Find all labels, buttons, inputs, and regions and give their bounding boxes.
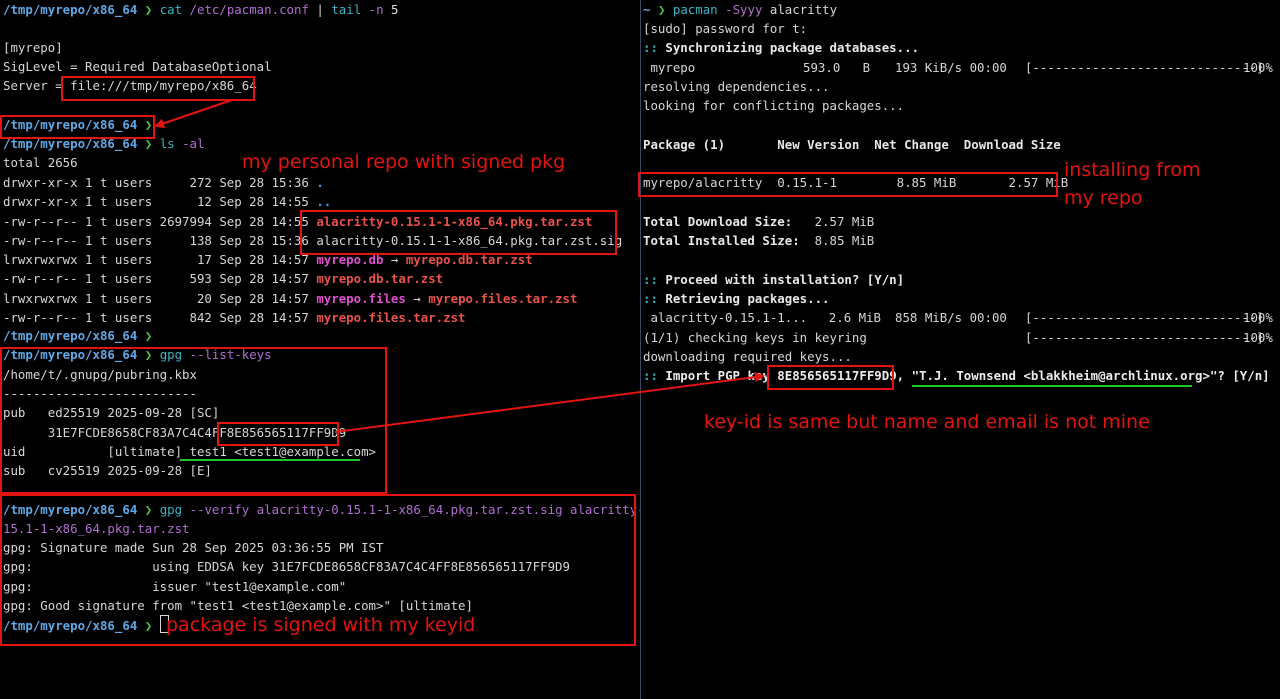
prompt-cat-line: /tmp/myrepo/x86_64 ❯ cat /etc/pacman.con… [3, 2, 399, 17]
gpg-output-line: gpg: Signature made Sun 28 Sep 2025 03:3… [3, 540, 384, 555]
sudo-line: [sudo] password for t: [643, 21, 808, 36]
left-terminal-pane[interactable]: /tmp/myrepo/x86_64 ❯ cat /etc/pacman.con… [0, 0, 640, 699]
ls-row: lrwxrwxrwx 1 t users 17 Sep 28 14:57 myr… [3, 252, 533, 267]
pkg-progress-line: alacritty-0.15.1-1... 2.6 MiB 858 MiB/s 00… [643, 310, 1273, 325]
conf-line: SigLevel = Required DatabaseOptional [3, 59, 272, 74]
keyring-separator: -------------------------- [3, 386, 197, 401]
ls-filename: myrepo.files [316, 290, 406, 306]
ls-filename: myrepo.files.tar.zst [316, 309, 466, 325]
ls-row: lrwxrwxrwx 1 t users 20 Sep 28 14:57 myr… [3, 290, 578, 306]
annotation-signed: package is signed with my keyid [166, 614, 476, 636]
right-terminal-pane[interactable]: ~ ❯ pacman -Syyy alacritty [sudo] passwo… [642, 0, 1280, 699]
annotation-keyid: key-id is same but name and email is not… [704, 411, 1150, 433]
import-key-line[interactable]: :: Import PGP key 8E856565117FF9D9, "T.J… [643, 366, 1280, 385]
ls-row: -rw-r--r-- 1 t users 2697994 Sep 28 14:5… [3, 213, 593, 229]
ls-link-target: myrepo.files.tar.zst [428, 290, 578, 306]
retrieving-line: :: Retrieving packages... [643, 291, 830, 306]
ls-filename: myrepo.db.tar.zst [316, 271, 444, 287]
pacman-output-line: resolving dependencies... [643, 79, 830, 94]
gpg-sub-line: sub cv25519 2025-09-28 [E] [3, 463, 212, 478]
total-installed-line: Total Installed Size: 8.85 MiB [643, 233, 875, 248]
gpg-output-line: gpg: issuer "test1@example.com" [3, 579, 347, 594]
conf-server-line: Server = file:///tmp/myrepo/x86_64 [3, 78, 257, 93]
prompt-empty-line: /tmp/myrepo/x86_64 ❯ [3, 117, 153, 132]
keys-progress-line: (1/1) checking keys in keyring [---------… [643, 330, 1273, 345]
sync-line: :: Synchronizing package databases... [643, 40, 920, 55]
prompt-gpg-list-line: /tmp/myrepo/x86_64 ❯ gpg --list-keys [3, 347, 272, 362]
ls-row: -rw-r--r-- 1 t users 593 Sep 28 14:57 my… [3, 271, 444, 287]
gpg-output-line: gpg: using EDDSA key 31E7FCDE8658CF83A7C… [3, 559, 570, 574]
conf-line: [myrepo] [3, 40, 63, 55]
keyring-path-line: /home/t/.gnupg/pubring.kbx [3, 367, 197, 382]
pane-divider[interactable] [640, 0, 641, 699]
package-table-header: Package (1) New Version Net Change Downl… [643, 137, 1061, 152]
ls-filename: alacritty-0.15.1-1-x86_64.pkg.tar.zst [316, 213, 593, 229]
uid-underline [180, 459, 360, 461]
annotation-installing: installing from my repo [1064, 159, 1201, 209]
gpg-verify-wrap-line: 15.1-1-x86_64.pkg.tar.zst [3, 521, 190, 536]
ls-filename: .. [316, 194, 332, 210]
ls-total-line: total 2656 [3, 155, 78, 170]
ls-filename: myrepo.db [316, 252, 384, 267]
proceed-line: :: Proceed with installation? [Y/n] [643, 272, 905, 287]
prompt-gpg-verify-line: /tmp/myrepo/x86_64 ❯ gpg --verify alacri… [3, 502, 640, 517]
ls-row: -rw-r--r-- 1 t users 842 Sep 28 14:57 my… [3, 309, 466, 325]
prompt-ls-line: /tmp/myrepo/x86_64 ❯ ls -al [3, 136, 205, 151]
ls-link-target: myrepo.db.tar.zst [405, 252, 533, 267]
ls-row: drwxr-xr-x 1 t users 12 Sep 28 14:55 .. [3, 194, 332, 210]
ls-filename: . [316, 175, 324, 190]
pacman-output-line: downloading required keys... [643, 349, 852, 364]
gpg-pub-line: pub ed25519 2025-09-28 [SC] [3, 405, 220, 420]
townsend-underline [912, 385, 1192, 387]
pacman-output-line: looking for conflicting packages... [643, 98, 905, 113]
prompt-cursor-line[interactable]: /tmp/myrepo/x86_64 ❯ [3, 615, 169, 634]
prompt-pacman-line: ~ ❯ pacman -Syyy alacritty [643, 2, 838, 17]
db-progress-line: myrepo 593.0 B 193 KiB/s 00:00 [-----------… [643, 60, 1273, 75]
ls-filename: alacritty-0.15.1-1-x86_64.pkg.tar.zst.si… [316, 232, 623, 248]
annotation-personal-repo: my personal repo with signed pkg [242, 151, 566, 173]
prompt-empty-line: /tmp/myrepo/x86_64 ❯ [3, 328, 153, 343]
ls-row: -rw-r--r-- 1 t users 138 Sep 28 15:36 al… [3, 232, 623, 248]
gpg-fingerprint-line: 31E7FCDE8658CF83A7C4C4FF8E856565117FF9D9 [3, 425, 347, 440]
package-table-row: myrepo/alacritty 0.15.1-1 8.85 MiB 2.57 … [643, 175, 1069, 190]
total-download-line: Total Download Size: 2.57 MiB [643, 214, 875, 229]
